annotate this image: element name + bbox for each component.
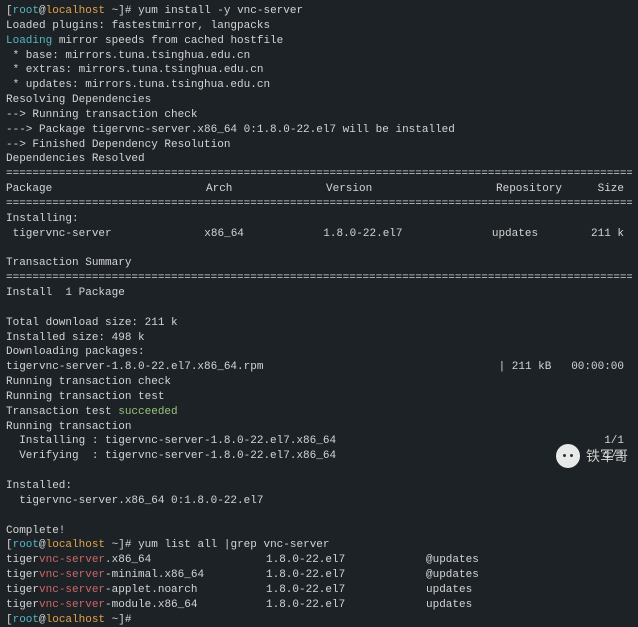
output-line: Transaction Summary [6, 256, 632, 271]
output-line: --> Running transaction check [6, 108, 632, 123]
watermark: 铁军哥 [556, 444, 628, 468]
blank-line [6, 301, 632, 316]
output-line: Loaded plugins: fastestmirror, langpacks [6, 19, 632, 34]
table-row: tigervnc-server x86_64 1.8.0-22.el7 upda… [6, 227, 632, 242]
download-line: tigervnc-server-1.8.0-22.el7.x86_64.rpm|… [6, 360, 632, 375]
output-line: Running transaction [6, 420, 632, 435]
output-line: Total download size: 211 k [6, 316, 632, 331]
prompt-line-2: [root@localhost ~]# yum list all |grep v… [6, 538, 632, 553]
list-item: tigervnc-server-minimal.x86_64 1.8.0-22.… [6, 568, 632, 583]
progress-line: Verifying : tigervnc-server-1.8.0-22.el7… [6, 449, 632, 464]
list-item: tigervnc-server-module.x86_64 1.8.0-22.e… [6, 598, 632, 613]
divider-double: ========================================… [6, 167, 632, 182]
output-line: Installed: [6, 479, 632, 494]
divider-double: ========================================… [6, 197, 632, 212]
output-line: Loading mirror speeds from cached hostfi… [6, 34, 632, 49]
output-line: Running transaction test [6, 390, 632, 405]
list-item: tigervnc-server.x86_64 1.8.0-22.el7 @upd… [6, 553, 632, 568]
output-line: ---> Package tigervnc-server.x86_64 0:1.… [6, 123, 632, 138]
blank-line [6, 242, 632, 257]
output-line: tigervnc-server.x86_64 0:1.8.0-22.el7 [6, 494, 632, 509]
output-line: Downloading packages: [6, 345, 632, 360]
output-line: Transaction test succeeded [6, 405, 632, 420]
watermark-text: 铁军哥 [586, 447, 628, 466]
output-line: * updates: mirrors.tuna.tsinghua.edu.cn [6, 78, 632, 93]
output-line: Installing: [6, 212, 632, 227]
table-header: Package Arch Version Repository Size [6, 182, 632, 197]
divider-double: ========================================… [6, 271, 632, 286]
blank-line [6, 509, 632, 524]
output-line: Install 1 Package [6, 286, 632, 301]
output-line: --> Finished Dependency Resolution [6, 138, 632, 153]
output-line: * extras: mirrors.tuna.tsinghua.edu.cn [6, 63, 632, 78]
terminal-output[interactable]: [root@localhost ~]# yum install -y vnc-s… [6, 4, 632, 627]
progress-line: Installing : tigervnc-server-1.8.0-22.el… [6, 434, 632, 449]
output-line: Running transaction check [6, 375, 632, 390]
prompt-line-3[interactable]: [root@localhost ~]# [6, 613, 632, 627]
list-item: tigervnc-server-applet.noarch 1.8.0-22.e… [6, 583, 632, 598]
blank-line [6, 464, 632, 479]
prompt-line-1: [root@localhost ~]# yum install -y vnc-s… [6, 4, 632, 19]
wechat-icon [556, 444, 580, 468]
output-line: Installed size: 498 k [6, 331, 632, 346]
output-line: Dependencies Resolved [6, 152, 632, 167]
output-line: * base: mirrors.tuna.tsinghua.edu.cn [6, 49, 632, 64]
complete-line: Complete! [6, 524, 632, 539]
output-line: Resolving Dependencies [6, 93, 632, 108]
